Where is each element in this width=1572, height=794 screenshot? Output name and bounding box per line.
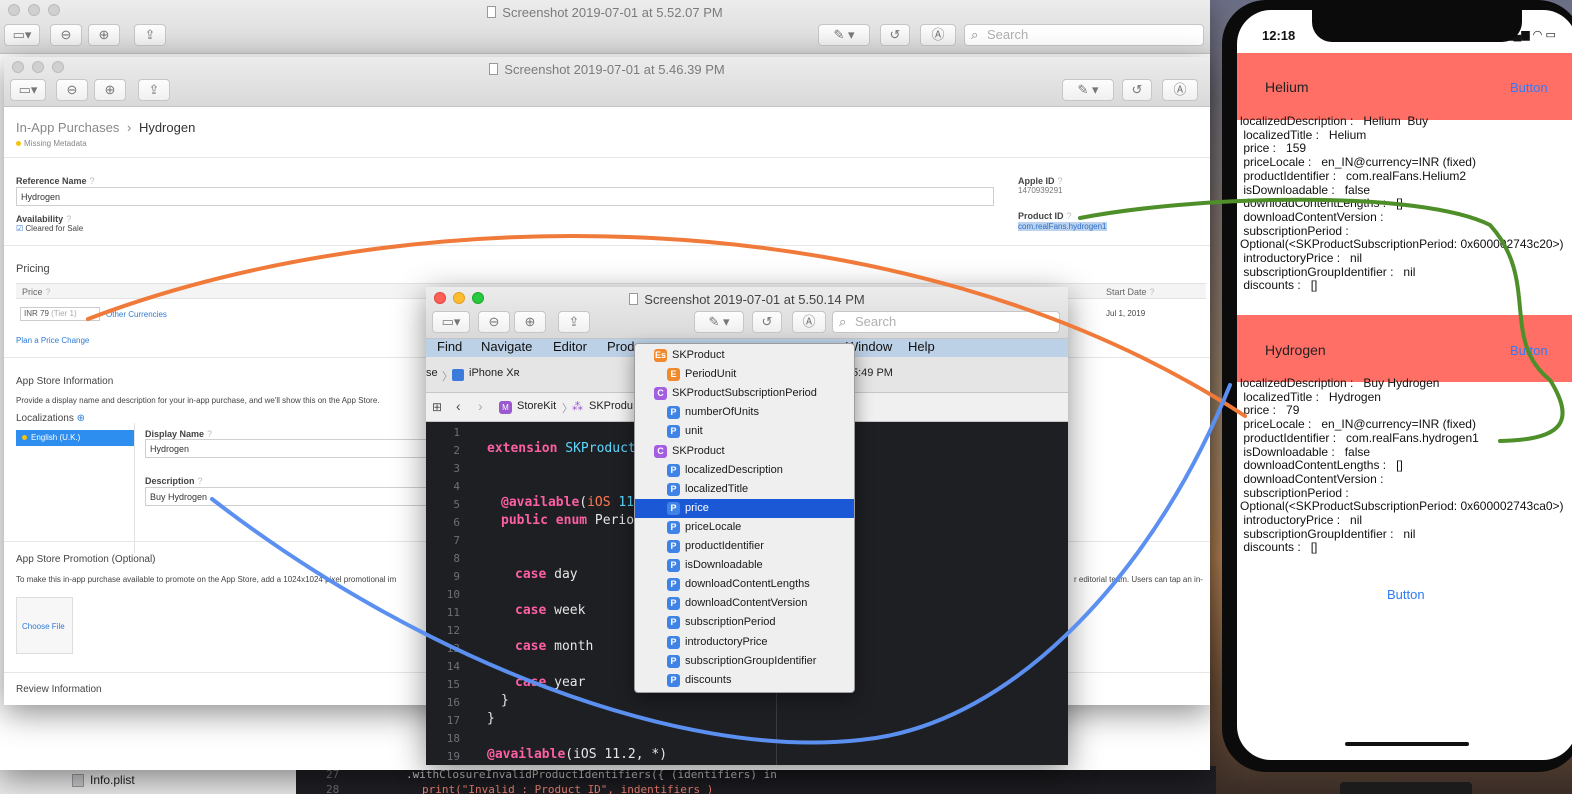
blue-arrow — [210, 383, 1232, 745]
annotation-arrows — [86, 197, 1565, 745]
green-arrow — [1078, 197, 1565, 443]
orange-arrow — [86, 234, 1247, 418]
